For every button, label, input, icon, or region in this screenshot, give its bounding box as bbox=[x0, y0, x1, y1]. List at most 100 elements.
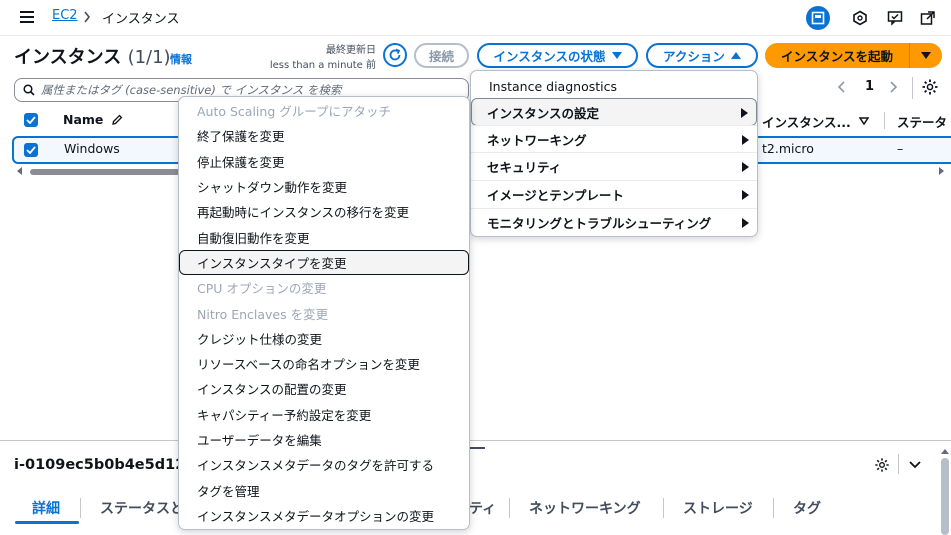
next-page-icon[interactable] bbox=[888, 80, 898, 94]
menu-item-instance-settings[interactable]: インスタンスの設定 bbox=[471, 98, 757, 126]
sort-caret-icon[interactable] bbox=[859, 117, 869, 125]
submenu-item-label: 自動復旧動作を変更 bbox=[197, 230, 310, 246]
submenu-item-label: 再起動時にインスタンスの移行を変更 bbox=[197, 205, 410, 221]
submenu-item-cpu-options[interactable]: CPU オプションの変更 bbox=[179, 275, 469, 300]
submenu-item-stop-protection[interactable]: 停止保護を変更 bbox=[179, 149, 469, 174]
tab-separator bbox=[509, 498, 510, 518]
instance-state-button[interactable]: インスタンスの状態 bbox=[477, 43, 638, 68]
panel-toggle-icon[interactable] bbox=[806, 6, 830, 30]
column-header-name[interactable]: Name bbox=[63, 112, 123, 127]
submenu-item-resource-naming[interactable]: リソースベースの命名オプションを変更 bbox=[179, 351, 469, 376]
menu-item-label: セキュリティ bbox=[487, 160, 562, 175]
submenu-item-manage-tags[interactable]: タグを管理 bbox=[179, 478, 469, 503]
submenu-item-metadata-options[interactable]: インスタンスメタデータオプションの変更 bbox=[179, 503, 469, 528]
last-updated-value: less than a minute 前 bbox=[269, 60, 376, 71]
submenu-item-label: シャットダウン動作を変更 bbox=[197, 180, 348, 196]
row-checkbox[interactable] bbox=[24, 143, 38, 157]
submenu-item-auto-recovery[interactable]: 自動復旧動作を変更 bbox=[179, 225, 469, 250]
submenu-item-label: リソースベースの命名オプションを変更 bbox=[197, 357, 420, 373]
edit-pencil-icon bbox=[111, 114, 123, 125]
vertical-scrollbar[interactable] bbox=[941, 458, 949, 535]
submenu-item-attach-asg[interactable]: Auto Scaling グループにアタッチ bbox=[179, 98, 469, 123]
submenu-item-label: CPU オプションの変更 bbox=[197, 281, 327, 297]
menu-item-instance-diagnostics[interactable]: Instance diagnostics bbox=[471, 72, 757, 100]
tab-separator bbox=[80, 498, 81, 518]
submenu-item-shutdown-behavior[interactable]: シャットダウン動作を変更 bbox=[179, 174, 469, 199]
actions-label: アクション bbox=[663, 49, 725, 64]
submenu-item-label: 停止保護を変更 bbox=[197, 154, 285, 170]
menu-item-images-templates[interactable]: イメージとテンプレート bbox=[471, 180, 757, 208]
refresh-icon bbox=[389, 48, 401, 61]
connect-button[interactable]: 接続 bbox=[414, 43, 469, 68]
launch-instance-label: インスタンスを起動 bbox=[780, 49, 893, 64]
menu-item-label: ネットワーキング bbox=[487, 133, 587, 148]
actions-button[interactable]: アクション bbox=[646, 43, 758, 68]
chevron-right-icon bbox=[83, 11, 91, 23]
last-updated: 最終更新日 less than a minute 前 bbox=[270, 43, 376, 73]
menu-item-label: モニタリングとトラブルシューティング bbox=[487, 216, 712, 231]
tab-security[interactable]: ティ bbox=[469, 498, 496, 518]
submenu-item-label: インスタンスメタデータのタグを許可する bbox=[197, 458, 435, 474]
menu-item-label: インスタンスの設定 bbox=[487, 105, 600, 121]
menu-item-label: Instance diagnostics bbox=[489, 78, 617, 94]
instance-settings-submenu: Auto Scaling グループにアタッチ 終了保護を変更 停止保護を変更 シ… bbox=[178, 96, 470, 530]
last-updated-label: 最終更新日 bbox=[326, 45, 376, 56]
launch-instance-button[interactable]: インスタンスを起動 bbox=[765, 43, 909, 68]
caret-down-icon bbox=[611, 51, 622, 59]
tab-tags[interactable]: タグ bbox=[793, 498, 821, 518]
page-number[interactable]: 1 bbox=[865, 79, 874, 94]
submenu-item-placement[interactable]: インスタンスの配置の変更 bbox=[179, 376, 469, 401]
scroll-right-icon[interactable] bbox=[937, 167, 945, 175]
tab-status[interactable]: ステータスと bbox=[100, 498, 184, 518]
feedback-icon[interactable] bbox=[883, 6, 907, 30]
caret-up-icon bbox=[730, 51, 741, 59]
panel-settings-gear-icon[interactable] bbox=[874, 457, 890, 473]
scroll-up-icon[interactable] bbox=[941, 448, 949, 455]
hexagon-icon[interactable] bbox=[848, 6, 872, 30]
external-window-icon[interactable] bbox=[916, 6, 940, 30]
caret-right-icon bbox=[741, 108, 748, 118]
scroll-left-icon[interactable] bbox=[16, 167, 24, 175]
tab-separator bbox=[663, 498, 664, 518]
refresh-button[interactable] bbox=[383, 43, 407, 67]
previous-page-icon[interactable] bbox=[837, 80, 847, 94]
row-status: – bbox=[897, 141, 904, 156]
column-header-instance-type-label: インスタンス... bbox=[762, 115, 851, 130]
table-settings-gear-icon[interactable] bbox=[921, 78, 939, 96]
active-tab-indicator bbox=[15, 521, 79, 524]
column-header-instance-type[interactable]: インスタンス... bbox=[762, 112, 851, 131]
launch-dropdown-button[interactable] bbox=[910, 43, 942, 68]
menu-item-security[interactable]: セキュリティ bbox=[471, 152, 757, 180]
column-header-name-label: Name bbox=[63, 112, 104, 127]
submenu-item-termination-protection[interactable]: 終了保護を変更 bbox=[179, 123, 469, 148]
menu-item-networking[interactable]: ネットワーキング bbox=[471, 125, 757, 153]
tab-details[interactable]: 詳細 bbox=[32, 498, 60, 518]
split-panel-border[interactable] bbox=[0, 440, 951, 441]
submenu-item-capacity-reservation[interactable]: キャパシティー予約設定を変更 bbox=[179, 402, 469, 427]
submenu-item-label: インスタンスタイプを変更 bbox=[197, 255, 347, 271]
select-all-checkbox[interactable] bbox=[24, 113, 38, 127]
tab-networking[interactable]: ネットワーキング bbox=[529, 498, 641, 518]
panel-divider bbox=[898, 454, 899, 474]
instance-state-label: インスタンスの状態 bbox=[493, 49, 606, 64]
submenu-item-label: タグを管理 bbox=[197, 483, 260, 499]
info-link[interactable]: 情報 bbox=[170, 51, 192, 67]
submenu-item-metadata-tags[interactable]: インスタンスメタデータのタグを許可する bbox=[179, 452, 469, 477]
menu-icon[interactable] bbox=[20, 10, 36, 24]
submenu-item-change-instance-type[interactable]: インスタンスタイプを変更 bbox=[179, 249, 469, 276]
menu-item-monitoring[interactable]: モニタリングとトラブルシューティング bbox=[471, 208, 757, 236]
caret-down-icon bbox=[921, 51, 931, 59]
caret-right-icon bbox=[742, 162, 749, 172]
top-navigation-bar: EC2 インスタンス bbox=[0, 0, 951, 36]
submenu-item-nitro-enclaves[interactable]: Nitro Enclaves を変更 bbox=[179, 300, 469, 325]
submenu-item-label: キャパシティー予約設定を変更 bbox=[197, 407, 372, 423]
breadcrumb-ec2-link[interactable]: EC2 bbox=[52, 8, 78, 23]
submenu-item-label: インスタンスメタデータオプションの変更 bbox=[197, 508, 435, 524]
submenu-item-reboot-migration[interactable]: 再起動時にインスタンスの移行を変更 bbox=[179, 199, 469, 224]
caret-right-icon bbox=[742, 135, 749, 145]
submenu-item-credit-specification[interactable]: クレジット仕様の変更 bbox=[179, 326, 469, 351]
tab-storage[interactable]: ストレージ bbox=[683, 498, 753, 518]
horizontal-scrollbar[interactable] bbox=[30, 169, 180, 175]
chevron-down-icon[interactable] bbox=[908, 460, 922, 470]
submenu-item-edit-user-data[interactable]: ユーザーデータを編集 bbox=[179, 427, 469, 452]
